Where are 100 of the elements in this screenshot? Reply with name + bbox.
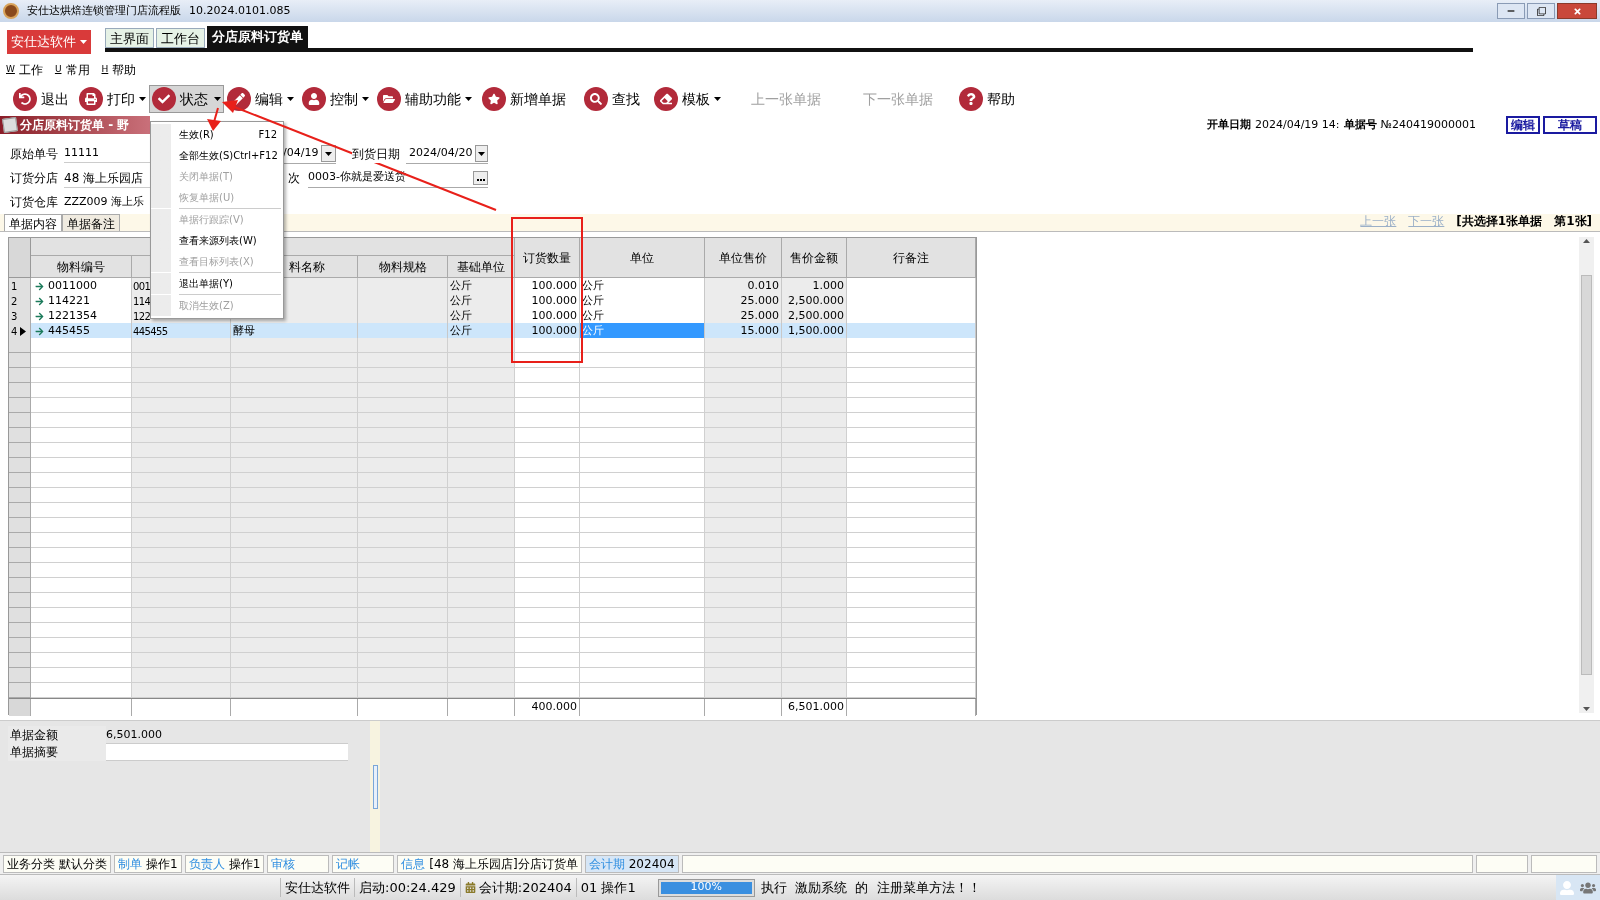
company-name: 安仕达软件 [280,877,354,898]
window-title: 安仕达烘焙连锁管理门店流程版 [27,2,181,19]
table-cell [448,368,515,383]
row-number [9,353,31,368]
row-number [9,548,31,563]
brand-menu-button[interactable]: 安仕达软件 [7,30,91,54]
table-cell [448,443,515,458]
status-message: 执行 激励系统 的 注册菜单方法！！ [760,878,981,897]
scroll-up-icon[interactable] [1583,239,1590,243]
table-cell [782,368,847,383]
vertical-scrollbar[interactable] [1579,237,1594,713]
table-cell [782,503,847,518]
table-cell [515,458,580,473]
page-tab[interactable]: 工作台 [156,28,205,48]
summary-value: 6,501.000 [106,726,162,743]
table-cell [448,533,515,548]
table-cell [448,563,515,578]
table-cell [448,383,515,398]
arrow-icon [35,326,44,336]
check-icon [152,87,176,111]
row-number [9,413,31,428]
restore-icon [1536,6,1546,16]
menu-item[interactable]: 退出单据(Y) [151,273,283,294]
table-cell [448,668,515,683]
minimize-button[interactable] [1497,3,1525,19]
status-label: 业务分类 [7,855,55,873]
caret-icon [325,151,333,156]
eraser-icon [654,87,678,111]
table-cell [782,683,847,698]
toolbar-button[interactable]: 控制 [299,85,372,113]
table-cell [782,668,847,683]
menu-item[interactable]: W 工作 [6,61,43,79]
table-cell [782,488,847,503]
page-tab[interactable]: 主界面 [105,28,154,48]
column-header: 基础单位 [448,256,515,278]
current-user: 01 操作1 [575,877,658,898]
menu-item[interactable]: 全部生效(S)Ctrl+F12 [151,145,283,166]
row-number [9,503,31,518]
table-cell [782,548,847,563]
status-value: [48 海上乐园店]分店订货单 [429,855,578,873]
current-row-icon [20,326,27,336]
table-cell [515,638,580,653]
column-header: 物料规格 [358,256,448,278]
row-number [9,623,31,638]
table-cell [782,593,847,608]
table-cell [782,413,847,428]
page-tab[interactable]: 分店原料订货单 [207,26,308,48]
content-tab[interactable]: 单据备注 [62,214,120,231]
table-cell [515,533,580,548]
toolbar-button[interactable]: 新增单据 [479,85,569,113]
date-field[interactable]: 2024/04/20 [406,144,488,164]
selection-summary: [共选择1张单据 第1张] [1456,213,1592,230]
menu-item[interactable]: H 帮助 [101,61,137,79]
row-number [9,518,31,533]
toolbar-button[interactable]: 辅助功能 [374,85,475,113]
menu-item[interactable]: 生效(R) F12 [151,124,283,145]
toolbar-button[interactable]: 退出 [10,85,72,113]
row-number [9,683,31,698]
splitter-handle[interactable] [370,721,380,852]
more-icon[interactable] [473,170,488,185]
menu-item[interactable]: 查看来源列表(W) [151,230,283,251]
table-cell [782,473,847,488]
table-cell [448,473,515,488]
row-number [9,578,31,593]
row-number [9,593,31,608]
dropdown-button[interactable] [475,145,488,162]
toolbar-button[interactable]: 查找 [581,85,643,113]
table-cell [782,383,847,398]
field-label: 订货分店 [10,170,58,187]
search-icon [584,87,608,111]
content-tab[interactable]: 单据内容 [4,214,62,231]
row-number [9,563,31,578]
dropdown-button[interactable] [321,145,336,162]
restore-button[interactable] [1527,3,1555,19]
table-cell [448,518,515,533]
menu-item[interactable]: U 常用 [54,61,90,79]
row-number [9,458,31,473]
scroll-down-icon[interactable] [1583,707,1590,711]
table-cell [782,338,847,353]
table-cell [515,428,580,443]
close-button[interactable] [1557,3,1597,19]
toolbar-button[interactable]: 帮助 [956,85,1018,113]
row-number [9,699,31,716]
table-cell [448,458,515,473]
toolbar-button[interactable]: 打印 [76,85,149,113]
table-cell [515,548,580,563]
table-cell [515,578,580,593]
toolbar-button[interactable]: 状态 [149,85,224,113]
toolbar-button[interactable]: 模板 [651,85,724,113]
row-number [9,383,31,398]
caret-icon [478,151,486,156]
undo-icon [13,87,37,111]
table-cell [515,443,580,458]
column-header: 行备注 [847,238,976,278]
summary-input[interactable] [106,744,348,760]
table-cell [782,578,847,593]
field-label: 订货仓库 [10,194,58,211]
table-cell [448,623,515,638]
row-number [9,398,31,413]
table-cell [515,368,580,383]
